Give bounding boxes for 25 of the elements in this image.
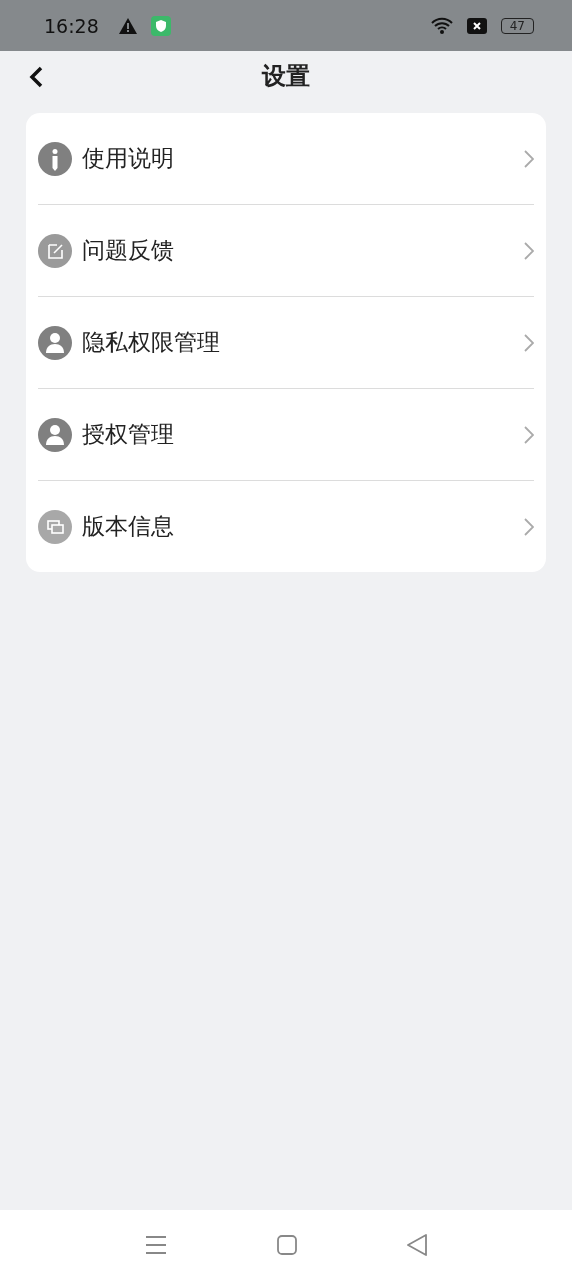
info-icon [38, 141, 72, 176]
chevron-right-icon [524, 333, 534, 352]
menu-item-label[interactable]: 隐私权限管理 [82, 327, 514, 358]
chevron-right-icon [524, 425, 534, 444]
edit-icon [38, 233, 72, 268]
windows-icon [38, 509, 72, 544]
chevron-right-icon [524, 517, 534, 536]
menu-item-label[interactable]: 问题反馈 [82, 235, 514, 266]
back-icon[interactable] [407, 1234, 427, 1256]
person-icon [38, 417, 72, 452]
status-time: 16:28 [44, 14, 99, 37]
home-icon[interactable] [277, 1235, 297, 1255]
battery-level: 47 [500, 17, 534, 34]
person-icon [38, 325, 72, 360]
wifi-icon [430, 16, 453, 35]
no-sim-icon [466, 17, 487, 34]
menu-item-label[interactable]: 授权管理 [82, 419, 514, 450]
menu-item-label[interactable]: 使用说明 [82, 143, 514, 174]
page-title: 设置 [262, 61, 310, 92]
chevron-right-icon [524, 241, 534, 260]
shield-app-icon [150, 15, 171, 36]
menu-item-label[interactable]: 版本信息 [82, 511, 514, 542]
chevron-right-icon [524, 149, 534, 168]
menu-icon[interactable] [145, 1235, 167, 1255]
warning-icon [118, 17, 137, 34]
